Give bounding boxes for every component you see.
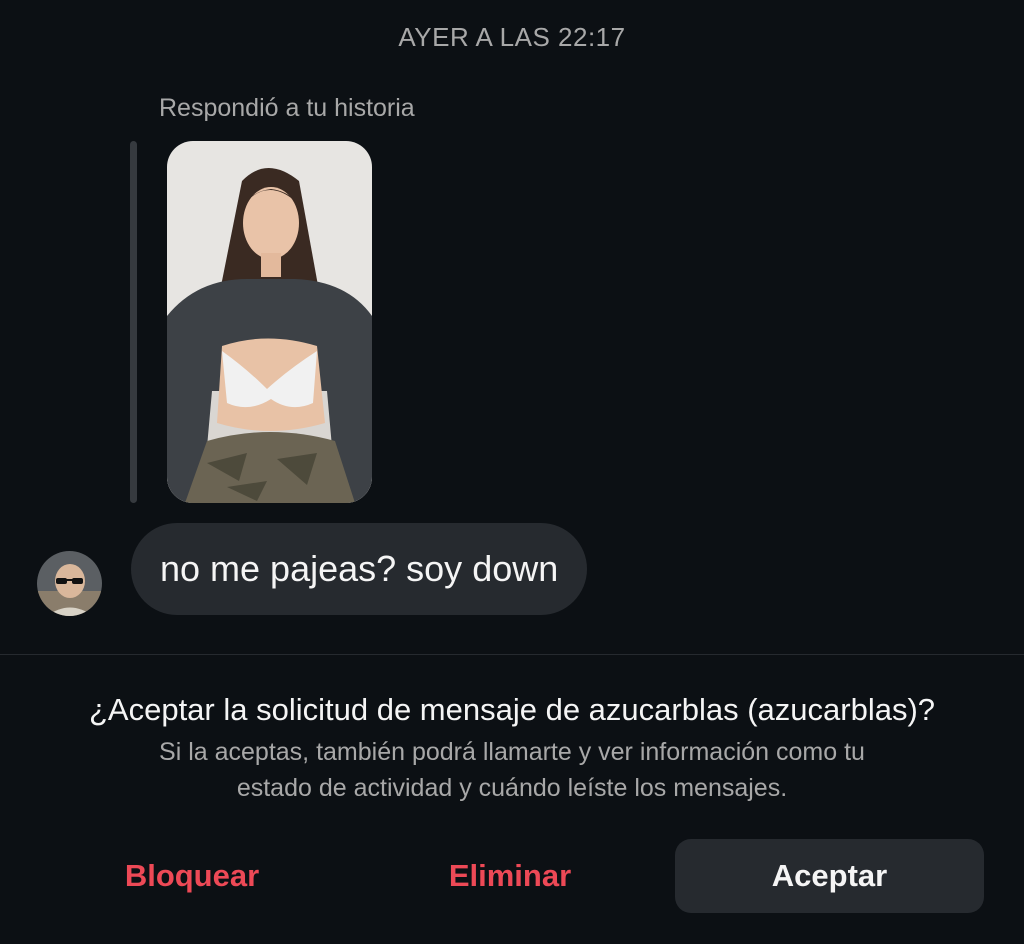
avatar-image [37, 551, 102, 616]
story-image [167, 141, 372, 503]
message-timestamp: AYER A LAS 22:17 [398, 22, 626, 52]
story-reply-rail [130, 141, 137, 503]
accept-button[interactable]: Aceptar [675, 839, 984, 913]
request-title: ¿Aceptar la solicitud de mensaje de azuc… [88, 692, 936, 727]
story-thumbnail[interactable] [167, 141, 372, 503]
sender-avatar[interactable] [37, 551, 102, 616]
delete-button[interactable]: Eliminar [380, 839, 640, 913]
request-description-line-1: Si la aceptas, también podrá llamarte y … [159, 738, 865, 766]
message-bubble[interactable]: no me pajeas? soy down [131, 523, 588, 615]
block-button[interactable]: Bloquear [62, 839, 322, 913]
request-description: Si la aceptas, también podrá llamarte y … [62, 734, 962, 806]
request-description-line-2: estado de actividad y cuándo leíste los … [236, 774, 788, 802]
section-divider [0, 654, 1024, 655]
story-reply-caption: Respondió a tu historia [159, 94, 415, 122]
